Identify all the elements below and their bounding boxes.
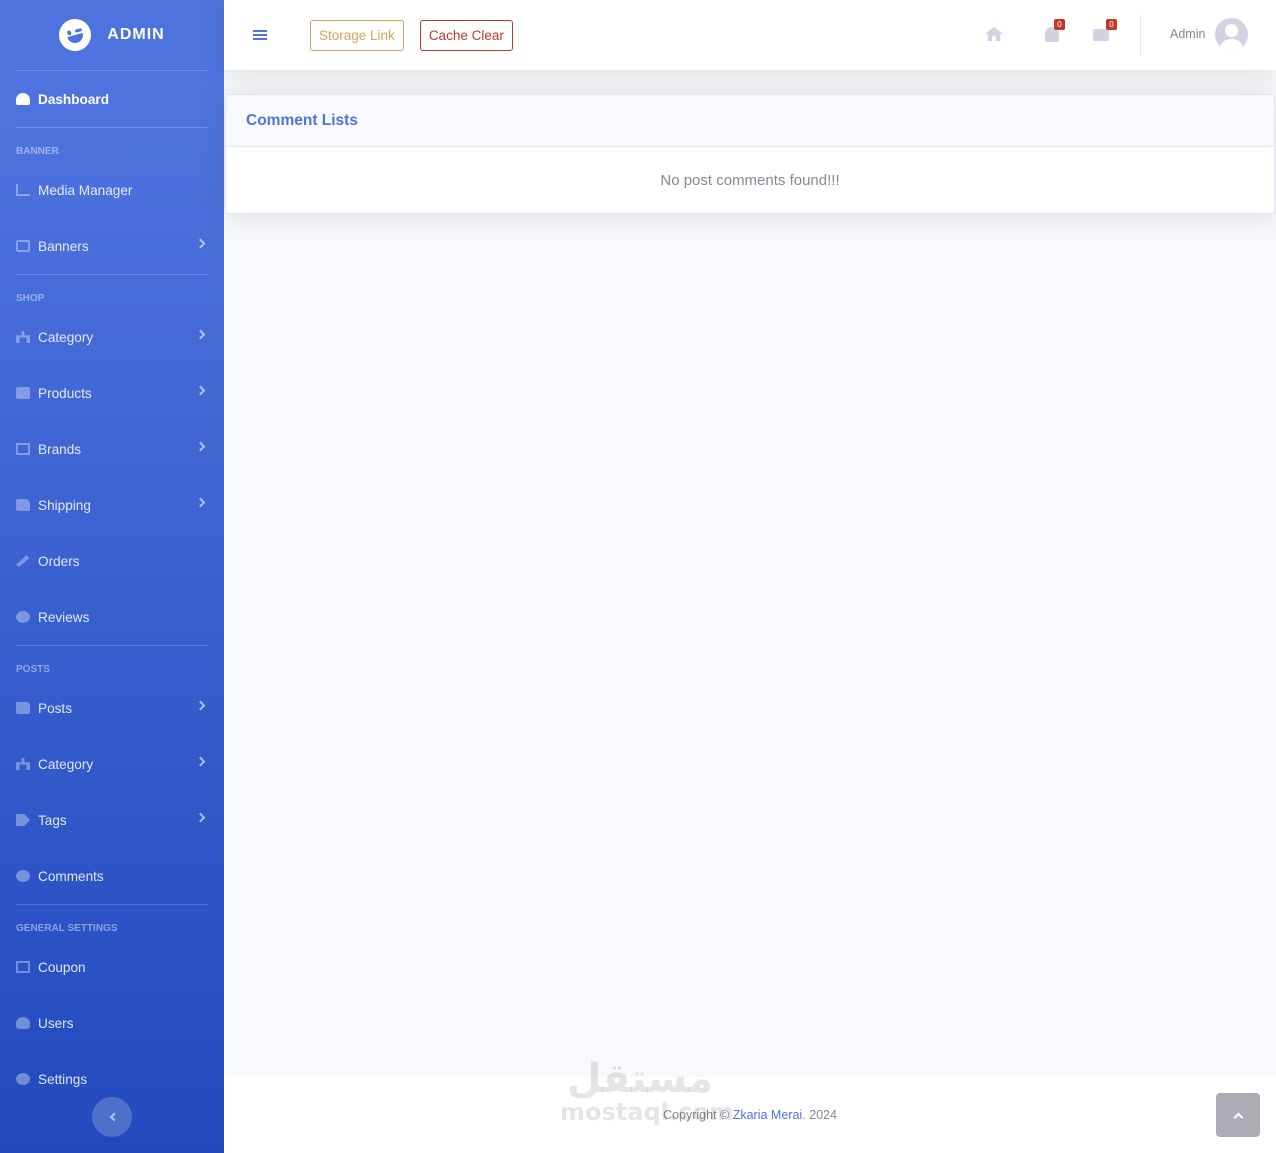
cache-clear-button[interactable]: Cache Clear <box>419 19 513 51</box>
sidebar-item-label: Reviews <box>38 609 90 625</box>
sidebar-heading: GENERAL SETTINGS <box>16 923 118 934</box>
envelope-icon <box>1093 29 1109 41</box>
cog-icon <box>16 1073 30 1085</box>
chevron-right-icon <box>195 441 206 452</box>
sidebar-item-category[interactable]: Category <box>0 736 224 792</box>
alerts-count-badge: 0 <box>1054 19 1065 30</box>
tags-icon <box>16 814 30 826</box>
chevron-left-icon <box>109 1112 118 1122</box>
sidebar-item-label: Category <box>38 756 94 772</box>
sidebar-item-reviews[interactable]: Reviews <box>0 589 224 645</box>
folder-icon <box>16 702 30 714</box>
brand-name: ADMIN <box>107 26 165 43</box>
laugh-wink-icon <box>55 15 95 55</box>
menu-toggle-icon[interactable] <box>253 29 267 41</box>
empty-message: No post comments found!!! <box>660 171 840 189</box>
hammer-icon <box>16 555 30 567</box>
chevron-right-icon <box>195 700 206 711</box>
sidebar-item-label: Orders <box>38 553 80 569</box>
comment-lists-card: Comment Lists No post comments found!!! <box>225 94 1275 214</box>
sidebar-toggle-button[interactable] <box>92 1097 132 1137</box>
sidebar-item-products[interactable]: Products <box>0 365 224 421</box>
users-icon <box>16 1017 30 1029</box>
sidebar-item-label: Users <box>38 1015 74 1031</box>
truck-icon <box>16 499 30 511</box>
user-name[interactable]: Admin <box>1170 27 1205 41</box>
watermark-latin: mostaql.com <box>560 1098 734 1126</box>
sidebar-heading: POSTS <box>16 664 50 675</box>
sidebar-item-brands[interactable]: Brands <box>0 421 224 477</box>
alerts-dropdown[interactable]: 0 <box>1037 19 1065 43</box>
home-icon <box>985 27 1003 41</box>
sidebar-item-label: Category <box>38 329 94 345</box>
sidebar-item-label: Settings <box>38 1071 88 1087</box>
sidebar-item-coupon[interactable]: Coupon <box>0 939 224 995</box>
watermark-logo: مستقل mostaql.com <box>560 1056 734 1126</box>
sidebar-brand[interactable]: ADMIN <box>0 0 224 70</box>
topbar-divider <box>1140 15 1141 55</box>
sidebar-item-label: Comments <box>38 868 104 884</box>
comments-icon <box>16 870 30 882</box>
sidebar-item-label: Media Manager <box>38 182 133 198</box>
sidebar-item-users[interactable]: Users <box>0 995 224 1051</box>
home-link[interactable] <box>985 27 1003 43</box>
sidebar-item-label: Brands <box>38 441 82 457</box>
author-link[interactable]: Zkaria Merai <box>733 1108 802 1122</box>
tachometer-icon <box>16 93 30 105</box>
image-icon <box>16 240 30 252</box>
sidebar-item-label: Products <box>38 385 92 401</box>
chevron-right-icon <box>195 812 206 823</box>
sidebar: ADMIN Dashboard BANNER Media Manager Banne… <box>0 0 224 1153</box>
sidebar-item-tags[interactable]: Tags <box>0 792 224 848</box>
watermark-arabic: مستقل <box>566 1056 714 1102</box>
sidebar-sections: BANNER Media Manager Banners SHOP Category Pr… <box>0 128 224 1107</box>
comments-icon <box>16 611 30 623</box>
sidebar-item-label: Dashboard <box>38 91 110 107</box>
sidebar-heading: BANNER <box>16 146 59 157</box>
copyright-year: . 2024 <box>802 1108 837 1122</box>
sidebar-item-comments[interactable]: Comments <box>0 848 224 904</box>
storage-link-button[interactable]: Storage Link <box>310 19 404 51</box>
sidebar-item-label: Tags <box>38 812 67 828</box>
cubes-icon <box>16 387 30 399</box>
sidebar-item-label: Posts <box>38 700 72 716</box>
messages-dropdown[interactable]: 0 <box>1089 19 1117 43</box>
chevron-right-icon <box>195 238 206 249</box>
card-header: Comment Lists <box>226 95 1274 147</box>
sidebar-item-label: Coupon <box>38 959 86 975</box>
sidebar-item-shipping[interactable]: Shipping <box>0 477 224 533</box>
chevron-right-icon <box>195 497 206 508</box>
sidebar-item-label: Shipping <box>38 497 91 513</box>
messages-count-badge: 0 <box>1106 19 1117 30</box>
sidebar-item-media-manager[interactable]: Media Manager <box>0 162 224 218</box>
card-title: Comment Lists <box>246 111 358 129</box>
chevron-right-icon <box>195 385 206 396</box>
table-icon <box>16 961 30 973</box>
sidebar-item-dashboard[interactable]: Dashboard <box>0 71 224 127</box>
sidebar-item-label: Banners <box>38 238 89 254</box>
sitemap-icon <box>16 331 30 343</box>
scroll-to-top-button[interactable] <box>1216 1093 1260 1137</box>
sidebar-item-posts[interactable]: Posts <box>0 680 224 736</box>
card-body: No post comments found!!! <box>226 147 1274 213</box>
chevron-right-icon <box>195 756 206 767</box>
sidebar-item-orders[interactable]: Orders <box>0 533 224 589</box>
sidebar-heading: SHOP <box>16 293 45 304</box>
table-icon <box>16 443 30 455</box>
chevron-up-icon <box>1233 1112 1243 1122</box>
chart-area-icon <box>16 184 30 196</box>
sitemap-icon <box>16 758 30 770</box>
topbar: Storage Link Cache Clear 0 0 Admin <box>224 0 1276 70</box>
sidebar-item-category[interactable]: Category <box>0 309 224 365</box>
user-avatar[interactable] <box>1215 18 1248 51</box>
sidebar-item-banners[interactable]: Banners <box>0 218 224 274</box>
chevron-right-icon <box>195 329 206 340</box>
footer: مستقل mostaql.com Copyright © Zkaria Mer… <box>224 1057 1276 1153</box>
